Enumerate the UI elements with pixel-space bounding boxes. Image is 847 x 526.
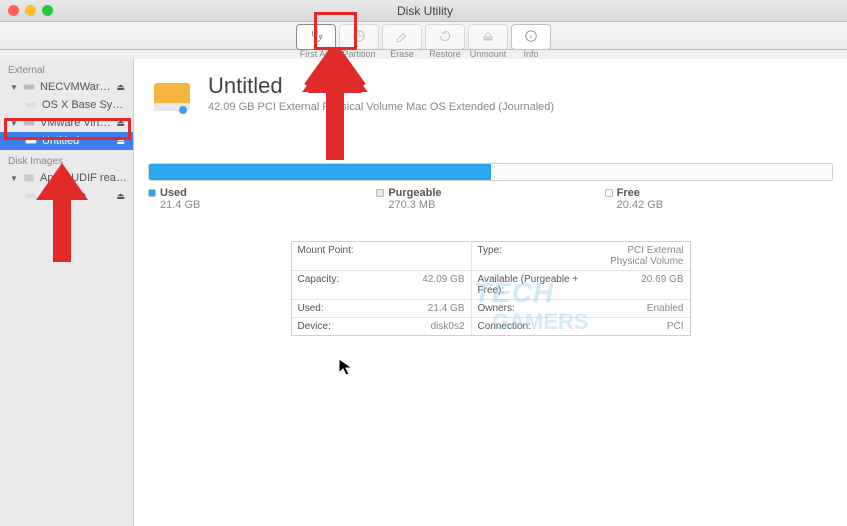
drive-icon — [22, 116, 36, 130]
volume-subtitle: 42.09 GB PCI External Physical Volume Ma… — [208, 101, 554, 113]
sidebar-item-disk[interactable]: ▼ VMware Virtual SA… ⏏ — [0, 114, 133, 132]
toolbar-labels: First Aid Partition Erase Restore Unmoun… — [0, 49, 847, 59]
detail-label: Type: — [472, 242, 592, 270]
erase-label: Erase — [382, 49, 422, 59]
free-value: 20.42 GB — [617, 199, 833, 211]
eject-icon — [481, 29, 495, 45]
restore-button[interactable] — [425, 24, 465, 50]
sidebar-item-label: VMware Virtual SA… — [40, 117, 112, 129]
usage-bar-used — [149, 164, 491, 180]
detail-label: Connection: — [472, 318, 592, 335]
disclosure-triangle-icon[interactable]: ▼ — [10, 174, 18, 183]
detail-value: Enabled — [592, 300, 690, 317]
detail-value — [362, 242, 472, 270]
sidebar-item-label: Apple UDIF read-o… — [40, 172, 129, 184]
info-icon — [524, 29, 538, 45]
first-aid-label: First Aid — [296, 49, 336, 59]
detail-label: Used: — [292, 300, 362, 317]
used-value: 21.4 GB — [160, 199, 376, 211]
eject-icon[interactable]: ⏏ — [116, 118, 129, 129]
detail-value: disk0s2 — [362, 318, 472, 335]
window-title: Disk Utility — [3, 4, 847, 18]
detail-label: Mount Point: — [292, 242, 362, 270]
sidebar-item-volume[interactable]: OS X Base Sy… — [0, 96, 133, 114]
sidebar-item-label: NECVMWar VM… — [40, 81, 112, 93]
eject-icon[interactable]: ⏏ — [116, 82, 129, 93]
drive-icon — [22, 80, 36, 94]
window-titlebar: Disk Utility — [0, 0, 847, 22]
usage-bar-free — [491, 164, 833, 180]
detail-value: 21.4 GB — [362, 300, 472, 317]
detail-label: Available (Purgeable + Free): — [472, 271, 592, 299]
volume-name: Untitled — [208, 73, 554, 99]
detail-value: PCI External Physical Volume — [592, 242, 690, 270]
volume-icon — [24, 189, 38, 203]
mouse-cursor-icon — [338, 358, 354, 379]
restore-icon — [438, 29, 452, 45]
sidebar-item-disk[interactable]: ▼ NECVMWar VM… ⏏ — [0, 78, 133, 96]
info-label: Info — [511, 49, 551, 59]
detail-value: 20.69 GB — [592, 271, 690, 299]
detail-value: 42.09 GB — [362, 271, 472, 299]
info-button[interactable] — [511, 24, 551, 50]
dmg-icon — [22, 171, 36, 185]
volume-icon — [24, 134, 38, 148]
disclosure-triangle-icon[interactable]: ▼ — [10, 119, 18, 128]
detail-label: Capacity: — [292, 271, 362, 299]
sidebar-item-label: Evernote — [42, 190, 112, 202]
partition-button[interactable] — [339, 24, 379, 50]
free-label: Free — [617, 187, 640, 199]
content-pane: Untitled 42.09 GB PCI External Physical … — [134, 59, 847, 526]
eject-icon[interactable]: ⏏ — [116, 136, 129, 147]
erase-button[interactable] — [382, 24, 422, 50]
sidebar-header-external: External — [0, 59, 133, 78]
erase-icon — [395, 29, 409, 45]
detail-label: Owners: — [472, 300, 592, 317]
sidebar-item-disk-image[interactable]: ▼ Apple UDIF read-o… — [0, 169, 133, 187]
detail-value: PCI — [592, 318, 690, 335]
sidebar-item-label: Untitled — [42, 135, 112, 147]
sidebar-item-volume-selected[interactable]: Untitled ⏏ — [0, 132, 133, 150]
pie-icon — [352, 29, 366, 45]
purgeable-label: Purgeable — [388, 187, 441, 199]
eject-icon[interactable]: ⏏ — [116, 191, 129, 202]
unmount-label: Unmount — [468, 49, 508, 59]
stethoscope-icon — [309, 29, 323, 45]
partition-label: Partition — [339, 49, 379, 59]
used-label: Used — [160, 187, 187, 199]
first-aid-button[interactable] — [296, 24, 336, 50]
toolbar — [0, 22, 847, 50]
usage-bar — [148, 163, 833, 181]
disclosure-triangle-icon[interactable]: ▼ — [10, 83, 18, 92]
volume-icon — [24, 98, 38, 112]
detail-label: Device: — [292, 318, 362, 335]
sidebar-item-volume[interactable]: Evernote ⏏ — [0, 187, 133, 205]
volume-large-icon — [148, 73, 196, 121]
sidebar-header-disk-images: Disk Images — [0, 150, 133, 169]
restore-label: Restore — [425, 49, 465, 59]
unmount-button[interactable] — [468, 24, 508, 50]
details-table: Mount Point: Type: PCI External Physical… — [291, 241, 691, 336]
purgeable-value: 270.3 MB — [388, 199, 604, 211]
sidebar-item-label: OS X Base Sy… — [42, 99, 129, 111]
sidebar: External ▼ NECVMWar VM… ⏏ OS X Base Sy… … — [0, 59, 134, 526]
